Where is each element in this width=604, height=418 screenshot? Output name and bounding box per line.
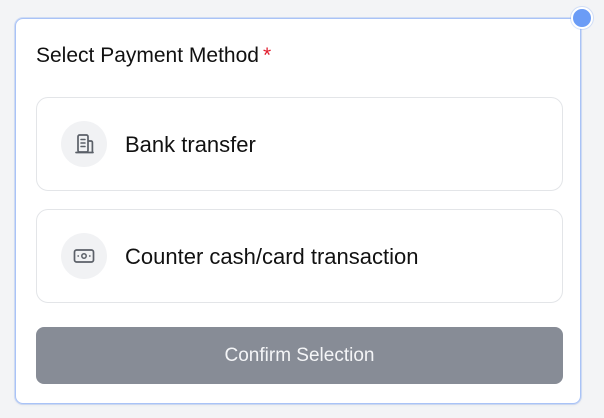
form-title-text: Select Payment Method	[36, 44, 259, 67]
confirm-selection-button[interactable]: Confirm Selection	[36, 327, 563, 384]
option-label: Bank transfer	[125, 132, 256, 157]
bank-icon-wrapper	[61, 121, 107, 167]
form-title: Select Payment Method *	[36, 44, 271, 68]
option-bank-transfer[interactable]: Bank transfer	[36, 97, 563, 191]
cash-icon-wrapper	[61, 233, 107, 279]
option-counter-cash-card[interactable]: Counter cash/card transaction	[36, 209, 563, 303]
bank-icon	[75, 134, 94, 154]
resize-handle[interactable]	[571, 7, 593, 29]
option-label: Counter cash/card transaction	[125, 244, 419, 269]
cash-icon	[73, 249, 95, 263]
required-asterisk: *	[262, 44, 272, 67]
